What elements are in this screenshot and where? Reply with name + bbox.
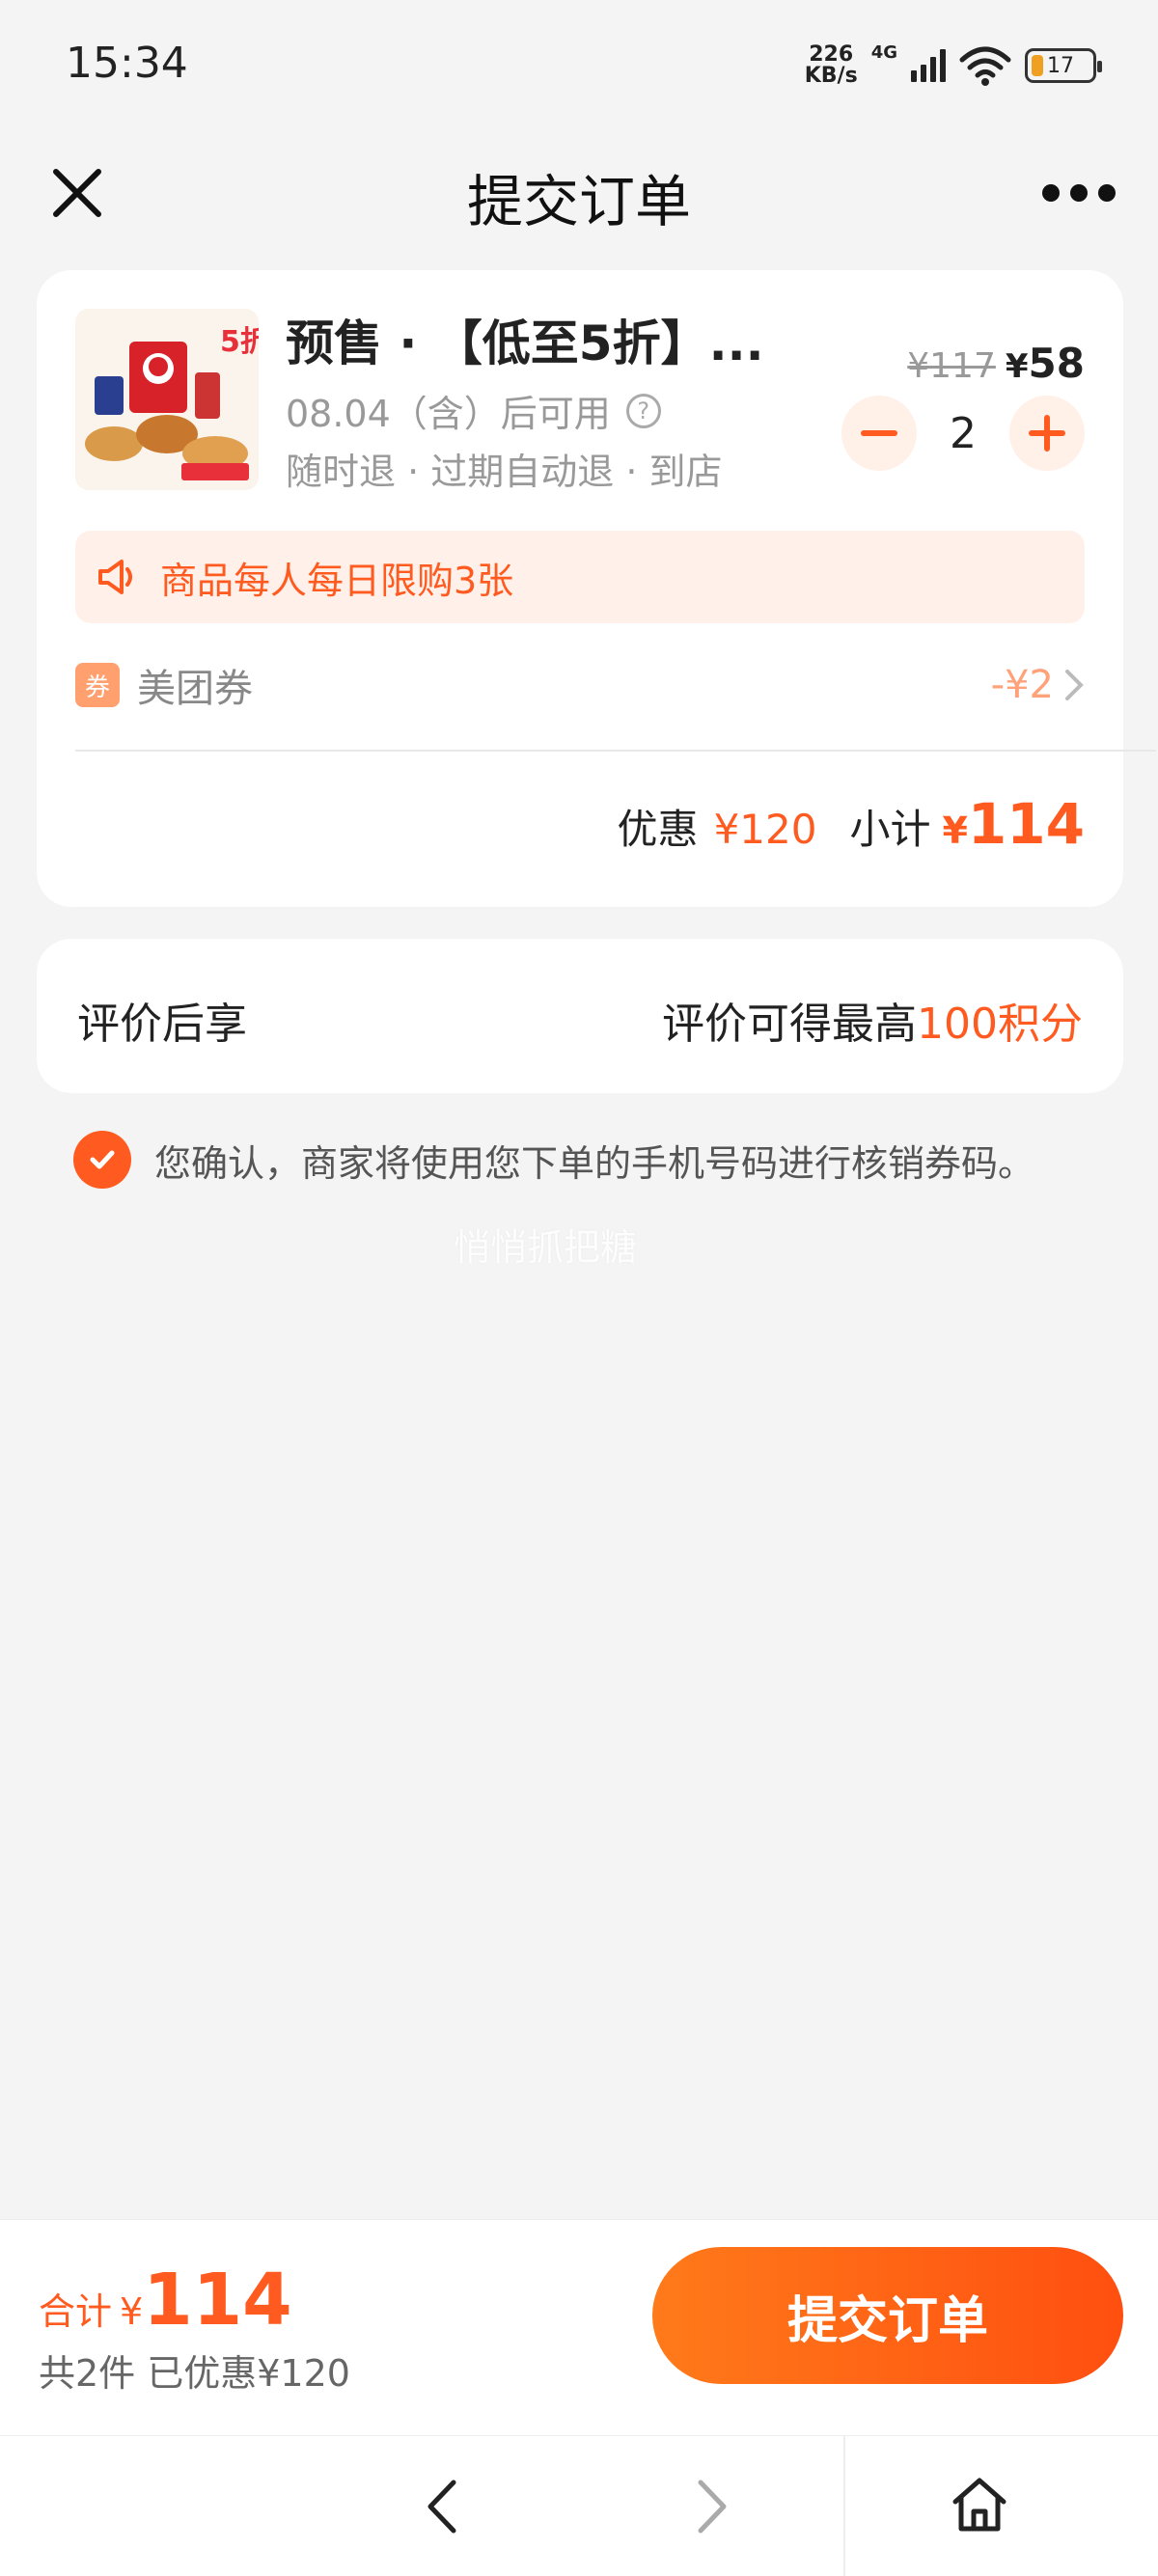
network-speed: 226 KB/s xyxy=(804,42,858,88)
battery-icon: 17 xyxy=(1025,48,1102,83)
limit-notice: 商品每人每日限购3张 xyxy=(75,531,1085,623)
review-reward: 评价可得最高100积分 xyxy=(662,1000,1083,1049)
system-nav-bar xyxy=(0,2435,1158,2576)
speaker-icon xyxy=(98,560,132,594)
forward-icon[interactable] xyxy=(681,2475,739,2538)
coupon-label: 美团券 xyxy=(137,667,253,711)
total-amount: 114 xyxy=(143,2259,292,2342)
more-icon[interactable] xyxy=(1042,174,1116,212)
review-card: 评价后享 评价可得最高100积分 xyxy=(37,939,1123,1093)
coupon-row[interactable]: 券 美团券 -¥2 xyxy=(75,651,1085,719)
status-indicators: 226 KB/s 4G 17 xyxy=(804,39,1102,93)
page-title: 提交订单 xyxy=(466,169,691,234)
confirm-row: 您确认，商家将使用您下单的手机号码进行核销券码。 xyxy=(73,1131,1034,1189)
confirm-text: 您确认，商家将使用您下单的手机号码进行核销券码。 xyxy=(154,1141,1035,1185)
product-date: 08.04（含）后可用 ? xyxy=(286,384,661,437)
decrease-button[interactable] xyxy=(841,396,917,471)
original-price: ¥117 xyxy=(907,346,996,386)
nav-separator xyxy=(843,2436,845,2576)
product-image-badge: 5折 xyxy=(220,325,259,359)
subtotal-row: 优惠 ¥120 小计 ¥114 xyxy=(618,791,1085,857)
signal-icon xyxy=(911,49,946,82)
wifi-icon xyxy=(959,46,1011,86)
total-currency: ¥ xyxy=(120,2290,144,2333)
back-icon[interactable] xyxy=(415,2475,473,2538)
network-type: 4G xyxy=(870,42,897,63)
watermark: 悄悄抓把糖 xyxy=(453,1226,637,1269)
quantity-value: 2 xyxy=(950,408,977,458)
coupon-value: -¥2 xyxy=(991,663,1085,707)
total-line: 合计 ¥ 114 xyxy=(39,2259,292,2342)
help-icon[interactable]: ? xyxy=(625,393,661,428)
order-summary: 共2件 已优惠¥120 xyxy=(39,2352,350,2395)
plus-icon xyxy=(1029,415,1065,452)
subtotal-label: 小计 xyxy=(849,806,931,853)
limit-text: 商品每人每日限购3张 xyxy=(160,559,514,602)
status-bar: 15:34 226 KB/s 4G 17 xyxy=(0,0,1158,135)
minus-icon xyxy=(861,430,897,436)
product-image[interactable]: 5折 xyxy=(75,309,259,490)
product-photo: 5折 xyxy=(75,309,259,490)
current-price: ¥58 xyxy=(1005,340,1085,387)
chevron-right-icon xyxy=(1065,670,1084,700)
nav-bar: 提交订单 xyxy=(0,135,1158,260)
check-icon[interactable] xyxy=(73,1131,131,1189)
quantity-stepper: 2 xyxy=(841,396,1085,471)
review-label: 评价后享 xyxy=(77,1000,247,1049)
product-title: 预售 · 【低至5折】... xyxy=(286,315,764,371)
increase-button[interactable] xyxy=(1009,396,1085,471)
total-label: 合计 xyxy=(39,2290,113,2333)
submit-order-button[interactable]: 提交订单 xyxy=(652,2247,1123,2384)
bottom-bar: 合计 ¥ 114 共2件 已优惠¥120 提交订单 xyxy=(0,2219,1158,2435)
price-row: ¥117 ¥58 xyxy=(907,340,1085,387)
coupon-icon: 券 xyxy=(75,663,120,707)
discount-label: 优惠 xyxy=(617,806,699,853)
product-tags: 随时退 · 过期自动退 · 到店 xyxy=(286,451,723,493)
discount-value: ¥120 xyxy=(713,806,817,853)
subtotal-value: ¥114 xyxy=(942,791,1085,857)
status-time: 15:34 xyxy=(66,39,188,88)
home-icon[interactable] xyxy=(948,2473,1011,2536)
divider xyxy=(75,750,1156,752)
order-card: 5折 预售 · 【低至5折】... 08.04（含）后可用 ? 随时退 · 过期… xyxy=(37,270,1156,907)
